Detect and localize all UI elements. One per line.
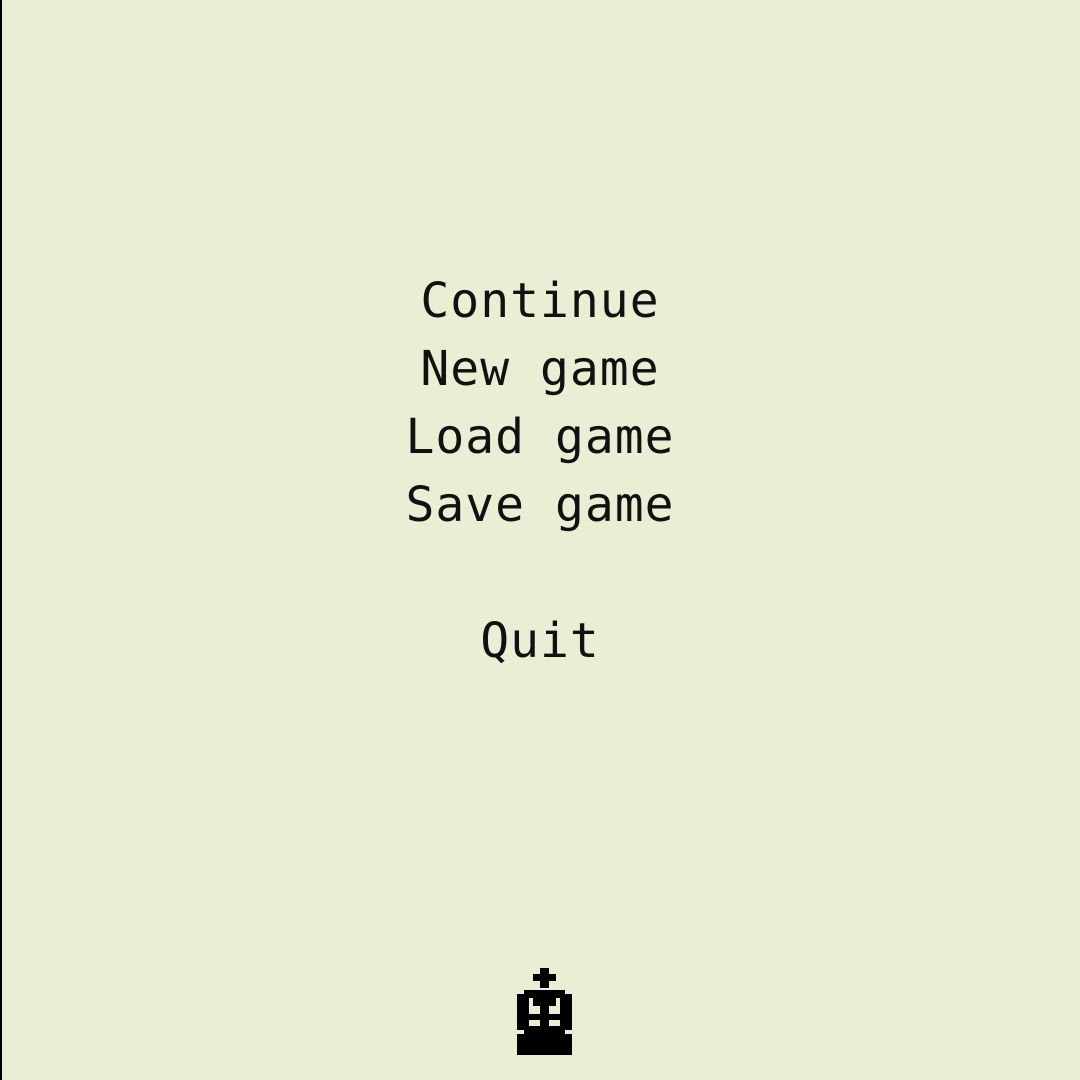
menu-spacer [0, 539, 1080, 607]
quit-button[interactable]: Quit [0, 607, 1080, 675]
continue-button[interactable]: Continue [0, 267, 1080, 335]
main-menu: Continue New game Load game Save game Qu… [0, 267, 1080, 675]
save-game-button[interactable]: Save game [0, 471, 1080, 539]
king-chess-piece-icon [517, 968, 572, 1055]
new-game-button[interactable]: New game [0, 335, 1080, 403]
load-game-button[interactable]: Load game [0, 403, 1080, 471]
